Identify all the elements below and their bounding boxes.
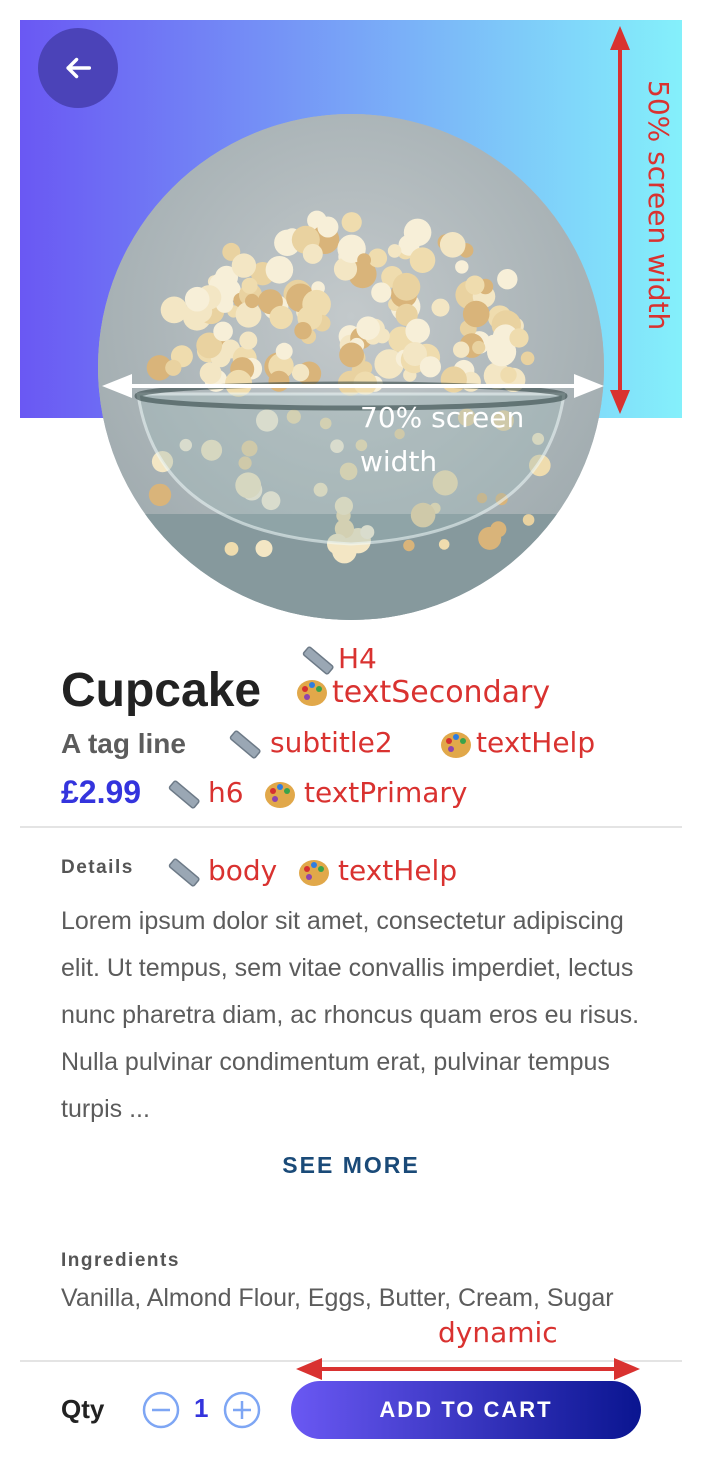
popcorn-kernel bbox=[455, 260, 469, 274]
popcorn-kernel bbox=[184, 286, 210, 312]
popcorn-kernel bbox=[509, 328, 529, 348]
popcorn-kernel bbox=[317, 216, 339, 238]
product-screen: 50% screen width 70% screen width Cupcak… bbox=[20, 20, 682, 1460]
popcorn-kernel bbox=[478, 526, 502, 550]
popcorn-kernel bbox=[224, 542, 239, 556]
add-to-cart-label: ADD TO CART bbox=[379, 1397, 553, 1422]
product-tagline: A tag line bbox=[61, 728, 186, 759]
popcorn-kernel bbox=[265, 256, 294, 284]
popcorn-kernel bbox=[245, 293, 260, 309]
annotation-details-color: textHelp bbox=[338, 854, 458, 887]
palette-icon bbox=[265, 782, 295, 808]
annotation-tagline-color: textHelp bbox=[476, 726, 596, 759]
popcorn-kernel bbox=[453, 341, 470, 358]
ruler-icon bbox=[168, 780, 200, 809]
ruler-icon bbox=[168, 858, 200, 887]
popcorn-kernel bbox=[341, 212, 362, 233]
details-label: Details bbox=[61, 857, 134, 878]
annotation-price-color: textPrimary bbox=[304, 776, 468, 809]
popcorn-kernel bbox=[356, 316, 380, 340]
popcorn-kernel bbox=[409, 247, 436, 273]
add-to-cart-button[interactable]: ADD TO CART bbox=[291, 1381, 641, 1439]
popcorn-kernel bbox=[371, 282, 392, 303]
qty-value: 1 bbox=[194, 1393, 209, 1423]
popcorn-kernel bbox=[302, 243, 323, 264]
annotation-screen-height: 50% screen width bbox=[642, 80, 675, 331]
popcorn-kernel bbox=[497, 269, 518, 290]
ingredients-label: Ingredients bbox=[61, 1250, 180, 1271]
popcorn-kernel bbox=[439, 232, 466, 258]
annotation-tagline-size: subtitle2 bbox=[270, 726, 393, 759]
plus-circle-icon[interactable] bbox=[223, 1391, 261, 1429]
popcorn-kernel bbox=[392, 272, 421, 301]
width-dimension-arrow bbox=[102, 374, 604, 398]
popcorn-kernel bbox=[241, 277, 258, 294]
popcorn-kernel bbox=[438, 539, 450, 550]
popcorn-kernel bbox=[472, 340, 486, 355]
ingredients-text: Vanilla, Almond Flour, Eggs, Butter, Cre… bbox=[61, 1284, 614, 1312]
popcorn-kernel bbox=[403, 539, 415, 552]
annotation-price-size: h6 bbox=[208, 776, 244, 809]
see-more-button[interactable]: SEE MORE bbox=[20, 1152, 682, 1179]
popcorn-kernel bbox=[462, 300, 490, 328]
details-text: Lorem ipsum dolor sit amet, consectetur … bbox=[61, 907, 640, 1123]
popcorn-kernel bbox=[269, 305, 293, 330]
popcorn-kernel bbox=[213, 321, 233, 342]
popcorn-kernel bbox=[465, 275, 485, 295]
minus-circle-icon[interactable] bbox=[142, 1391, 180, 1429]
palette-icon bbox=[299, 860, 329, 886]
popcorn-kernel bbox=[387, 244, 402, 258]
palette-icon bbox=[441, 732, 471, 758]
annotation-image-width-line1: 70% screen bbox=[360, 401, 525, 434]
popcorn-kernel bbox=[405, 318, 431, 344]
popcorn-kernel bbox=[522, 514, 535, 526]
ruler-icon bbox=[229, 730, 261, 759]
popcorn-kernel bbox=[160, 296, 188, 324]
annotation-title-size: H4 bbox=[338, 642, 377, 675]
popcorn-kernel bbox=[275, 342, 293, 360]
popcorn-kernel bbox=[255, 540, 273, 557]
back-button[interactable] bbox=[38, 28, 118, 108]
popcorn-kernel bbox=[294, 322, 312, 340]
annotation-title-color: textSecondary bbox=[332, 675, 551, 710]
popcorn-kernel bbox=[148, 483, 172, 507]
divider bbox=[20, 826, 682, 828]
popcorn-kernel bbox=[239, 331, 258, 350]
popcorn-kernel bbox=[368, 248, 388, 268]
product-price: £2.99 bbox=[61, 774, 142, 810]
arrow-left-icon bbox=[66, 57, 92, 79]
height-dimension-arrow bbox=[610, 26, 630, 414]
qty-label: Qty bbox=[61, 1394, 105, 1424]
annotation-cart-width: dynamic bbox=[438, 1316, 558, 1349]
product-title: Cupcake bbox=[61, 664, 262, 717]
annotation-details-size: body bbox=[208, 854, 278, 887]
palette-icon bbox=[297, 680, 327, 706]
popcorn-kernel bbox=[357, 253, 371, 267]
popcorn-kernel bbox=[339, 342, 364, 368]
popcorn-kernel bbox=[431, 298, 450, 317]
annotation-image-width-line2: width bbox=[360, 445, 438, 478]
popcorn-kernel bbox=[520, 351, 535, 366]
popcorn-kernel bbox=[231, 253, 257, 278]
popcorn-kernel bbox=[403, 218, 432, 247]
cart-width-dimension-arrow bbox=[296, 1358, 640, 1380]
ruler-icon bbox=[302, 646, 334, 675]
